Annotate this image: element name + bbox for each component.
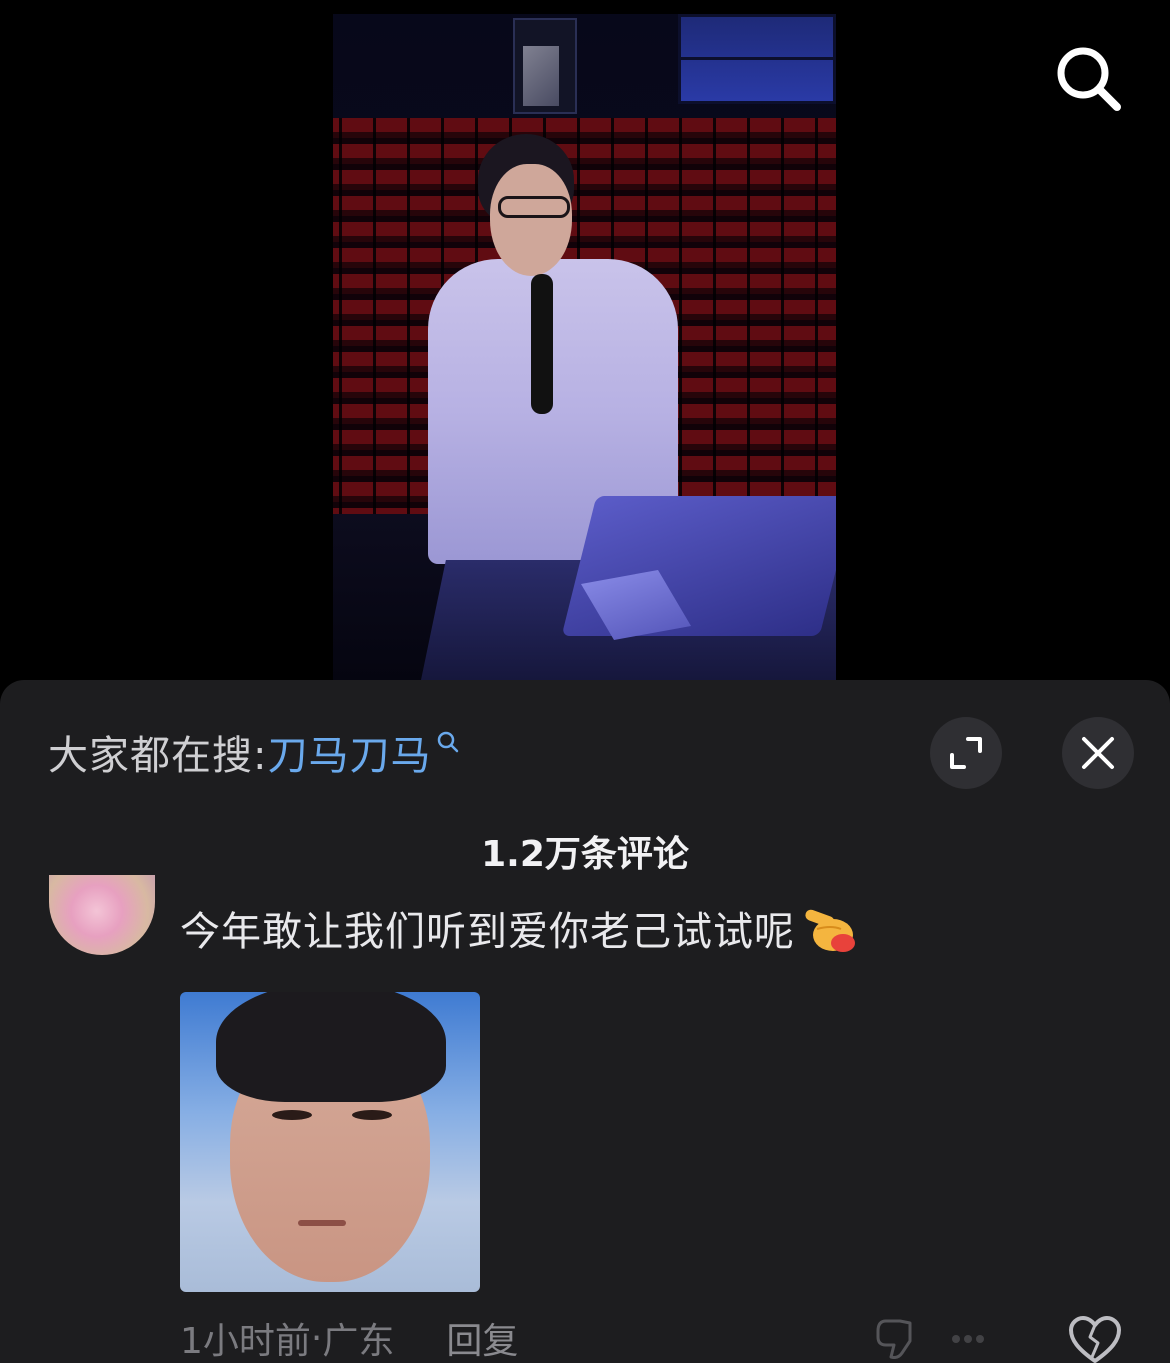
meme-hair (216, 992, 446, 1102)
microphone (531, 274, 553, 414)
meme-eye-left (272, 1110, 312, 1120)
comment-time: 1小时前 (180, 1321, 311, 1362)
dislike-icon[interactable] (864, 1311, 1014, 1363)
avatar[interactable] (49, 875, 155, 955)
expand-button[interactable] (930, 717, 1002, 789)
hot-search-prefix: 大家都在搜: (48, 733, 268, 779)
heart-icon[interactable] (1068, 1315, 1122, 1363)
reply-button[interactable]: 回复 (446, 1312, 518, 1363)
theater-window (678, 14, 836, 104)
pointing-hand-emoji-icon (805, 909, 855, 952)
hot-search-bar[interactable]: 大家都在搜: 刀马刀马 (48, 724, 461, 780)
hot-search-term[interactable]: 刀马刀马 (267, 723, 431, 781)
meme-mouth (298, 1220, 346, 1226)
comment-item: 今年敢让我们听到爱你老己试试呢 1小时前 · 广东 回复 (0, 875, 1170, 1363)
comment-panel: 大家都在搜: 刀马刀马 1.2万条评论 今年敢让我们听到爱你老己试试呢 1小时前… (0, 680, 1170, 1363)
video-player[interactable] (0, 0, 1170, 690)
comment-body: 今年敢让我们听到爱你老己试试呢 (180, 899, 859, 957)
theater-door (513, 18, 577, 114)
meme-eye-right (352, 1110, 392, 1120)
expand-icon (950, 737, 982, 769)
comment-meta: 1小时前 · 广东 回复 (180, 1313, 518, 1363)
speaker-face (490, 164, 572, 276)
video-frame[interactable] (333, 14, 836, 680)
comment-image[interactable] (180, 992, 480, 1292)
close-button[interactable] (1062, 717, 1134, 789)
comment-text: 今年敢让我们听到爱你老己试试呢 (180, 909, 795, 955)
meta-separator: · (310, 1317, 323, 1359)
comment-count: 1.2万条评论 (481, 834, 689, 875)
search-button[interactable] (1050, 40, 1130, 120)
search-icon (1057, 47, 1121, 111)
hot-search-icon (438, 731, 459, 753)
speaker-glasses (498, 196, 570, 218)
comment-location: 广东 (322, 1321, 395, 1362)
close-icon (1082, 737, 1114, 769)
